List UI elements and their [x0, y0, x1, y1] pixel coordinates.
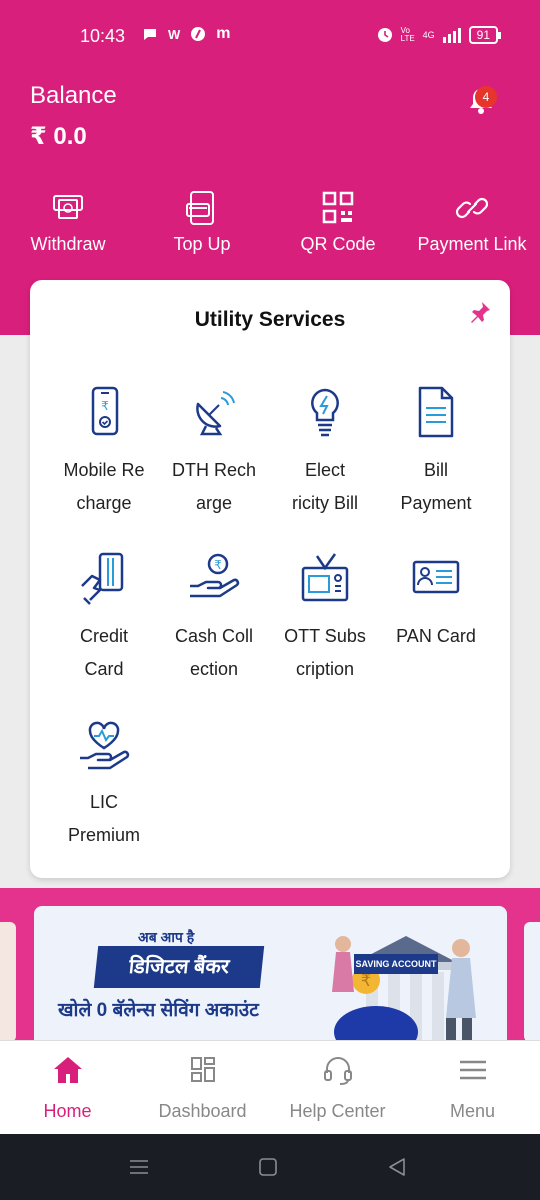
- dashboard-icon: [190, 1057, 215, 1082]
- pan-card-tile[interactable]: PAN Card: [380, 550, 492, 653]
- electricity-bill-line1: Elect: [304, 460, 346, 480]
- banner-line3: खोले 0 बॅलेन्स सेविंग अकाउंट: [58, 1000, 259, 1021]
- heart-hand-icon: [80, 721, 130, 770]
- bill-payment-tile[interactable]: Bill Payment: [380, 384, 492, 520]
- dth-recharge-tile[interactable]: DTH Rech arge: [158, 384, 270, 520]
- ott-subscription-tile[interactable]: OTT Subs cription: [269, 550, 381, 686]
- utility-services-card: Utility Services ₹ Mobile Re charge DTH …: [30, 280, 510, 878]
- wallet-topup-icon: [186, 191, 214, 225]
- pan-card-line1: PAN Card: [396, 626, 476, 646]
- link-icon: [191, 27, 206, 41]
- electricity-bill-line2: ricity Bill: [292, 493, 358, 513]
- banner-line1: अब आप है: [138, 929, 195, 945]
- lic-premium-line1: LIC: [89, 792, 118, 812]
- bottom-nav: Home Dashboard Help Center Menu: [0, 1040, 540, 1134]
- signal-icon: [442, 28, 461, 43]
- mobile-recharge-tile[interactable]: ₹ Mobile Re charge: [48, 384, 160, 520]
- nav-menu[interactable]: Menu: [405, 1053, 540, 1122]
- nav-home-label: Home: [43, 1101, 92, 1121]
- nav-menu-label: Menu: [449, 1101, 496, 1121]
- satellite-dish-icon: [196, 391, 235, 436]
- banner-line2: डिजिटल बैंकर: [93, 946, 265, 988]
- nav-help-center-label: Help Center: [289, 1101, 386, 1121]
- tv-icon: [301, 553, 349, 602]
- status-bar: 10:43 W m Vo LTE 4G 91: [0, 22, 540, 50]
- qr-code-icon: [322, 191, 354, 224]
- bill-payment-line1: Bill: [423, 460, 448, 480]
- dth-recharge-line2: arge: [195, 493, 233, 513]
- status-time: 10:43: [80, 26, 126, 46]
- top-up-button[interactable]: Top Up: [136, 190, 268, 255]
- home-system-icon[interactable]: [257, 1156, 279, 1178]
- promo-banner[interactable]: अब आप है डिजिटल बैंकर खोले 0 बॅलेन्स सेव…: [34, 906, 507, 1056]
- balance-label: Balance: [30, 82, 117, 109]
- qr-code-label: QR Code: [300, 234, 376, 254]
- dth-recharge-line1: DTH Rech: [171, 460, 256, 480]
- prev-banner-peek[interactable]: [0, 922, 16, 1042]
- banner-board: SAVING ACCOUNT: [354, 954, 438, 974]
- battery-indicator: 91: [468, 26, 502, 44]
- payment-link-button[interactable]: Payment Link: [406, 190, 538, 255]
- volte-label: Vo LTE: [400, 26, 415, 43]
- mobile-recharge-icon: ₹: [91, 386, 119, 436]
- back-icon[interactable]: [386, 1156, 408, 1178]
- cash-collection-tile[interactable]: ₹ Cash Coll ection: [158, 550, 270, 686]
- withdraw-button[interactable]: Withdraw: [2, 190, 134, 255]
- atm-withdraw-icon: [53, 195, 83, 219]
- home-icon: [53, 1057, 82, 1083]
- recents-icon[interactable]: [128, 1156, 150, 1178]
- notification-badge: 4: [475, 86, 497, 108]
- svg-text:₹: ₹: [101, 399, 109, 413]
- network-label: 4G: [422, 30, 435, 40]
- chat-icon: [144, 29, 156, 40]
- system-nav-bar: [0, 1134, 540, 1200]
- menu-icon: [459, 1060, 486, 1080]
- document-icon: [418, 386, 454, 438]
- lic-premium-tile[interactable]: LIC Premium: [48, 716, 160, 852]
- headset-icon: [323, 1057, 352, 1085]
- svg-text:₹: ₹: [214, 558, 222, 572]
- pin-icon[interactable]: [468, 300, 492, 324]
- withdraw-label: Withdraw: [30, 234, 106, 254]
- ott-subscription-line1: OTT Subs: [284, 626, 366, 646]
- link-icon: [455, 197, 489, 219]
- alarm-icon: [377, 28, 392, 42]
- status-w: W: [168, 26, 181, 42]
- bulb-icon: [311, 388, 339, 437]
- electricity-bill-tile[interactable]: Elect ricity Bill: [269, 384, 381, 520]
- id-card-icon: [412, 560, 460, 594]
- credit-card-tile[interactable]: Credit Card: [48, 550, 160, 686]
- credit-card-line1: Credit: [79, 626, 128, 646]
- ott-subscription-line2: cription: [295, 659, 355, 679]
- bank-illustration: ₹: [332, 936, 476, 1056]
- next-banner-peek[interactable]: [524, 922, 540, 1042]
- cash-collection-line1: Cash Coll: [174, 626, 254, 646]
- qr-code-button[interactable]: QR Code: [272, 190, 404, 255]
- status-m: m: [216, 25, 231, 42]
- nav-dashboard[interactable]: Dashboard: [135, 1053, 270, 1122]
- utility-services-title: Utility Services: [194, 308, 346, 331]
- nav-dashboard-label: Dashboard: [158, 1101, 247, 1121]
- credit-card-icon: [81, 552, 124, 605]
- mobile-recharge-line1: Mobile Re: [63, 460, 145, 480]
- nav-help-center[interactable]: Help Center: [270, 1053, 405, 1122]
- lic-premium-line2: Premium: [67, 825, 140, 845]
- cash-collection-icon: ₹: [190, 553, 240, 598]
- payment-link-label: Payment Link: [417, 234, 527, 254]
- bill-payment-line2: Payment: [400, 493, 472, 513]
- top-up-label: Top Up: [173, 234, 231, 254]
- credit-card-line2: Card: [84, 659, 124, 679]
- balance-value: ₹ 0.0: [30, 123, 87, 150]
- nav-home[interactable]: Home: [0, 1053, 135, 1122]
- cash-collection-line2: ection: [189, 659, 239, 679]
- mobile-recharge-line2: charge: [76, 493, 132, 513]
